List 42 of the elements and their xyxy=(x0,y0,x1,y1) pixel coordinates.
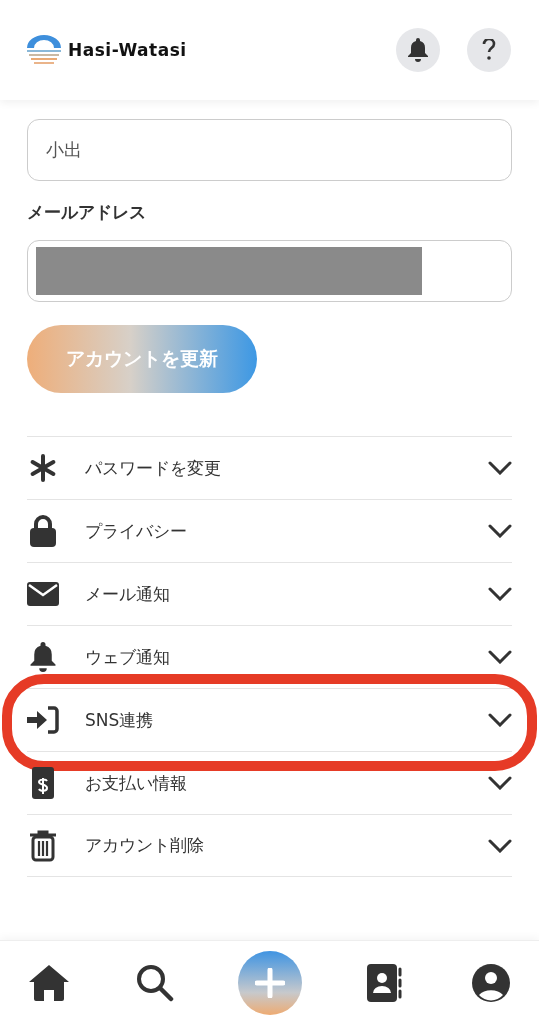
notifications-button[interactable] xyxy=(396,28,440,72)
trash-icon xyxy=(29,829,57,862)
settings-row[interactable]: SNS連携 xyxy=(27,688,512,751)
logo-icon xyxy=(26,34,62,66)
receipt-icon xyxy=(31,767,55,799)
chevron-icon xyxy=(488,713,512,727)
logo-text: Hasi-Watasi xyxy=(68,40,187,60)
settings-label: SNS連携 xyxy=(85,708,155,732)
settings-row[interactable]: お支払い情報 xyxy=(27,751,512,814)
chevron-icon xyxy=(488,650,512,664)
help-icon xyxy=(482,39,496,61)
chevron-icon xyxy=(488,587,512,601)
email-label: メールアドレス xyxy=(27,201,147,224)
bell-icon xyxy=(407,38,429,62)
chevron-icon xyxy=(488,838,512,853)
settings-row[interactable]: メール通知 xyxy=(27,562,512,625)
plus-icon xyxy=(255,967,285,998)
settings-label: パスワードを変更 xyxy=(85,456,222,480)
settings-row[interactable]: ウェブ通知 xyxy=(27,625,512,688)
settings-label: プライバシー xyxy=(85,519,188,543)
help-button[interactable] xyxy=(467,28,511,72)
envelope-icon xyxy=(27,582,59,606)
asterisk-icon xyxy=(28,453,58,483)
chevron-icon xyxy=(488,461,512,475)
settings-row[interactable]: パスワードを変更 xyxy=(27,436,512,499)
user-circle-icon xyxy=(472,963,510,1002)
settings-label: アカウント削除 xyxy=(85,834,205,857)
home-icon xyxy=(28,964,70,1001)
settings-label: ウェブ通知 xyxy=(85,645,171,669)
bell-icon xyxy=(29,642,57,672)
lock-icon xyxy=(28,515,58,547)
chevron-icon xyxy=(488,776,512,790)
address-book-icon xyxy=(367,963,403,1002)
search-icon xyxy=(136,963,174,1002)
name-field[interactable]: 小出 xyxy=(27,119,512,181)
settings-row[interactable]: アカウント削除 xyxy=(27,814,512,877)
settings-label: メール通知 xyxy=(85,582,171,606)
settings-row[interactable]: プライバシー xyxy=(27,499,512,562)
email-field[interactable] xyxy=(27,240,512,302)
sign-in-icon xyxy=(27,706,59,734)
settings-label: お支払い情報 xyxy=(85,771,188,795)
chevron-icon xyxy=(488,524,512,538)
